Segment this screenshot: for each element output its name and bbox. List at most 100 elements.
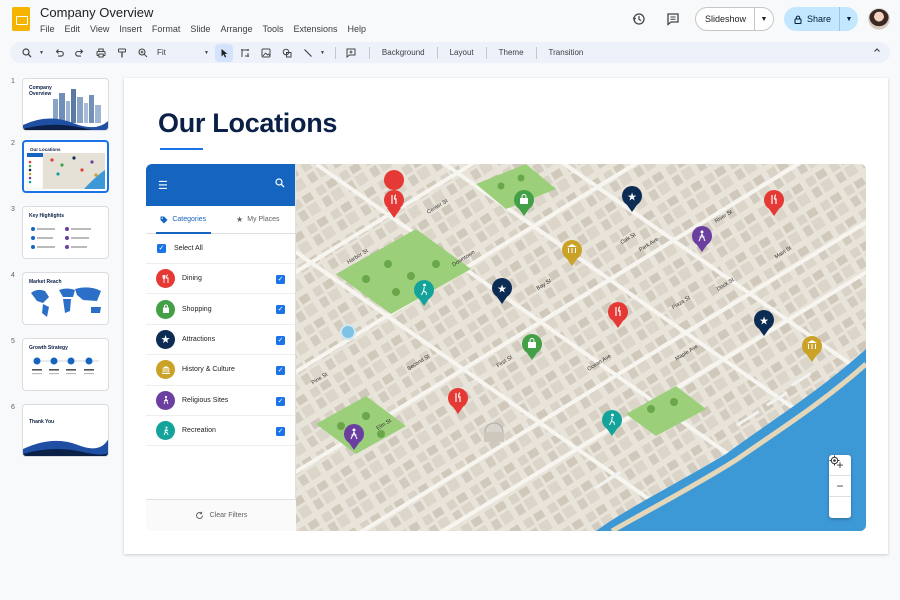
chevron-down-icon[interactable]: ▼ xyxy=(755,16,773,23)
menu-format[interactable]: Format xyxy=(152,24,181,34)
chevron-down-icon[interactable]: ▼ xyxy=(840,16,858,23)
zoom-out-button[interactable]: − xyxy=(829,476,851,497)
category-checkbox[interactable]: ✓ xyxy=(276,305,285,315)
hamburger-menu-icon[interactable]: ☰ xyxy=(158,179,168,192)
image-icon[interactable] xyxy=(257,44,275,62)
menu-bar: File Edit View Insert Format Slide Arran… xyxy=(40,24,366,34)
refresh-icon xyxy=(195,511,203,519)
select-cursor-icon[interactable] xyxy=(214,43,233,62)
version-history-icon[interactable] xyxy=(627,7,651,31)
shopping-bag-icon xyxy=(156,299,175,319)
slides-logo-icon[interactable] xyxy=(12,7,30,31)
svg-text:★: ★ xyxy=(497,283,507,296)
transition-button[interactable]: Transition xyxy=(543,48,590,57)
menu-help[interactable]: Help xyxy=(348,24,367,34)
chevron-down-icon[interactable]: ▼ xyxy=(39,50,44,56)
share-button[interactable]: Share ▼ xyxy=(783,7,858,31)
select-all-checkbox[interactable]: ✓ xyxy=(157,244,166,253)
select-frame-icon[interactable] xyxy=(236,44,254,62)
print-icon[interactable] xyxy=(92,44,110,62)
map-zoom-controls: + − xyxy=(829,455,851,518)
category-checkbox[interactable]: ✓ xyxy=(276,275,285,284)
category-checkbox[interactable]: ✓ xyxy=(276,396,285,406)
paint-format-icon[interactable] xyxy=(113,44,131,62)
category-row-shopping[interactable]: Shopping ✓ xyxy=(146,294,295,325)
menu-arrange[interactable]: Arrange xyxy=(220,24,252,34)
lock-icon xyxy=(794,15,802,24)
add-comment-icon[interactable] xyxy=(342,44,360,62)
zoom-select[interactable]: Fit ▼ xyxy=(157,48,209,57)
city-map-illustration: ★ ★ ★ xyxy=(296,164,866,531)
toolbar-divider xyxy=(485,46,487,59)
category-checkbox[interactable]: ✓ xyxy=(276,366,285,376)
category-checkbox[interactable]: ✓ xyxy=(276,426,285,436)
sidebar-tabs: Categories ★ My Places xyxy=(146,206,295,234)
map-sidebar: ☰ Categories ★ My Places ✓ Select All Di… xyxy=(146,164,296,531)
category-label: History & Culture xyxy=(182,366,235,374)
theme-button[interactable]: Theme xyxy=(493,48,530,57)
chevron-up-icon[interactable] xyxy=(872,45,882,57)
select-all-row[interactable]: ✓ Select All xyxy=(146,234,295,264)
search-icon[interactable] xyxy=(275,178,285,188)
map-image[interactable]: ☰ Categories ★ My Places ✓ Select All Di… xyxy=(146,164,866,531)
map-thumbnail xyxy=(26,152,105,190)
slide-title[interactable]: Our Locations xyxy=(158,108,337,139)
star-icon: ★ xyxy=(236,215,244,224)
menu-file[interactable]: File xyxy=(40,24,55,34)
category-row-history-culture[interactable]: History & Culture ✓ xyxy=(146,355,295,386)
star-icon: ★ xyxy=(156,329,175,349)
document-title[interactable]: Company Overview xyxy=(40,5,153,20)
menu-edit[interactable]: Edit xyxy=(65,24,81,34)
category-row-attractions[interactable]: ★ Attractions ✓ xyxy=(146,325,295,356)
comments-icon[interactable] xyxy=(661,7,685,31)
redo-icon[interactable] xyxy=(71,44,89,62)
line-icon[interactable] xyxy=(299,44,317,62)
category-row-recreation[interactable]: Recreation ✓ xyxy=(146,416,295,447)
tab-categories[interactable]: Categories xyxy=(146,206,221,234)
top-right-actions: Slideshow ▼ Share ▼ xyxy=(627,7,890,31)
menu-tools[interactable]: Tools xyxy=(262,24,283,34)
undo-icon[interactable] xyxy=(50,44,68,62)
title-bar: Company Overview File Edit View Insert F… xyxy=(0,0,900,40)
toolbar-divider xyxy=(436,46,438,59)
background-button[interactable]: Background xyxy=(376,48,431,57)
toolbar-divider xyxy=(368,46,370,59)
growth-steps-thumbnail xyxy=(32,357,99,375)
chevron-down-icon[interactable]: ▼ xyxy=(320,50,325,56)
my-location-icon[interactable] xyxy=(829,455,851,518)
highlights-thumbnail xyxy=(31,227,91,249)
zoom-icon[interactable] xyxy=(134,44,152,62)
toolbar: ▼ Fit ▼ ▼ Background Layout Theme Transi… xyxy=(10,42,890,63)
tag-icon xyxy=(160,216,168,223)
menu-view[interactable]: View xyxy=(90,24,109,34)
slide-filmstrip: 1 Company Overview 2 Our Locations 3 Key… xyxy=(0,72,116,600)
category-row-dining[interactable]: Dining ✓ xyxy=(146,264,295,295)
avatar[interactable] xyxy=(868,8,890,30)
praying-hands-icon xyxy=(156,390,175,410)
search-menus-icon[interactable] xyxy=(18,44,36,62)
menu-insert[interactable]: Insert xyxy=(119,24,142,34)
category-label: Dining xyxy=(182,275,202,283)
chevron-down-icon: ▼ xyxy=(204,49,209,56)
city-map[interactable]: ★ ★ ★ Harbor St Center St Bay St Downtow… xyxy=(296,164,866,531)
slide-canvas[interactable]: Our Locations ☰ Categories ★ My Places ✓… xyxy=(124,78,888,554)
city-skyline-thumbnail xyxy=(23,89,108,130)
svg-text:★: ★ xyxy=(759,315,769,328)
menu-extensions[interactable]: Extensions xyxy=(293,24,337,34)
category-label: Religious Sites xyxy=(182,396,229,404)
zoom-value: Fit xyxy=(156,48,166,57)
category-label: Attractions xyxy=(182,335,216,343)
fork-knife-icon xyxy=(156,269,175,289)
layout-button[interactable]: Layout xyxy=(444,48,480,57)
tab-my-places[interactable]: ★ My Places xyxy=(221,206,296,233)
category-row-religious-sites[interactable]: Religious Sites ✓ xyxy=(146,386,295,416)
slideshow-button[interactable]: Slideshow ▼ xyxy=(694,7,774,31)
hiker-icon xyxy=(156,421,175,441)
clear-filters-button[interactable]: Clear Filters xyxy=(146,499,296,531)
select-all-label: Select All xyxy=(174,245,203,252)
world-map-thumbnail xyxy=(31,287,101,317)
svg-text:★: ★ xyxy=(627,191,637,204)
menu-slide[interactable]: Slide xyxy=(190,24,210,34)
category-checkbox[interactable]: ✓ xyxy=(276,335,285,345)
shape-icon[interactable] xyxy=(278,44,296,62)
